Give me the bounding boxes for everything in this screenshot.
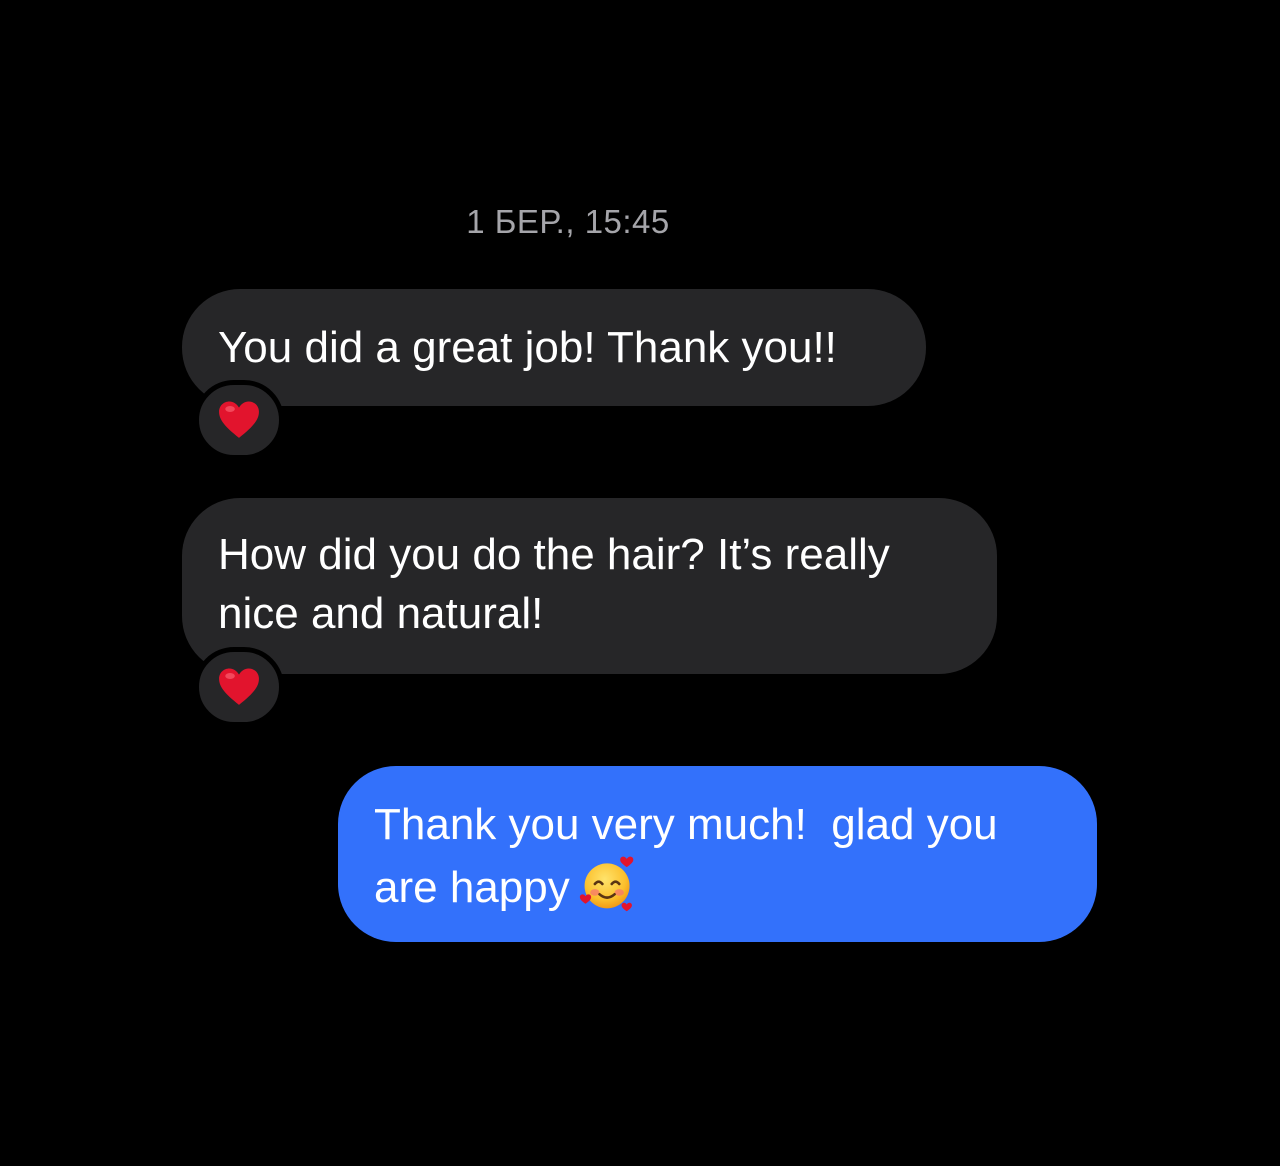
message-reaction[interactable] — [194, 647, 284, 727]
message-timestamp: 1 БЕР., 15:45 — [466, 203, 670, 240]
outgoing-message-text: Thank you very much! glad you are happy — [374, 800, 998, 912]
heart-icon — [219, 668, 259, 705]
incoming-message-bubble[interactable]: How did you do the hair? It’s really nic… — [182, 498, 997, 674]
smiling-face-with-hearts-icon — [579, 856, 634, 912]
outgoing-message-bubble[interactable]: Thank you very much! glad you are happy — [338, 766, 1097, 942]
incoming-message-bubble[interactable]: You did a great job! Thank you!! — [182, 289, 926, 406]
heart-icon — [219, 401, 259, 438]
message-reaction[interactable] — [194, 380, 284, 460]
